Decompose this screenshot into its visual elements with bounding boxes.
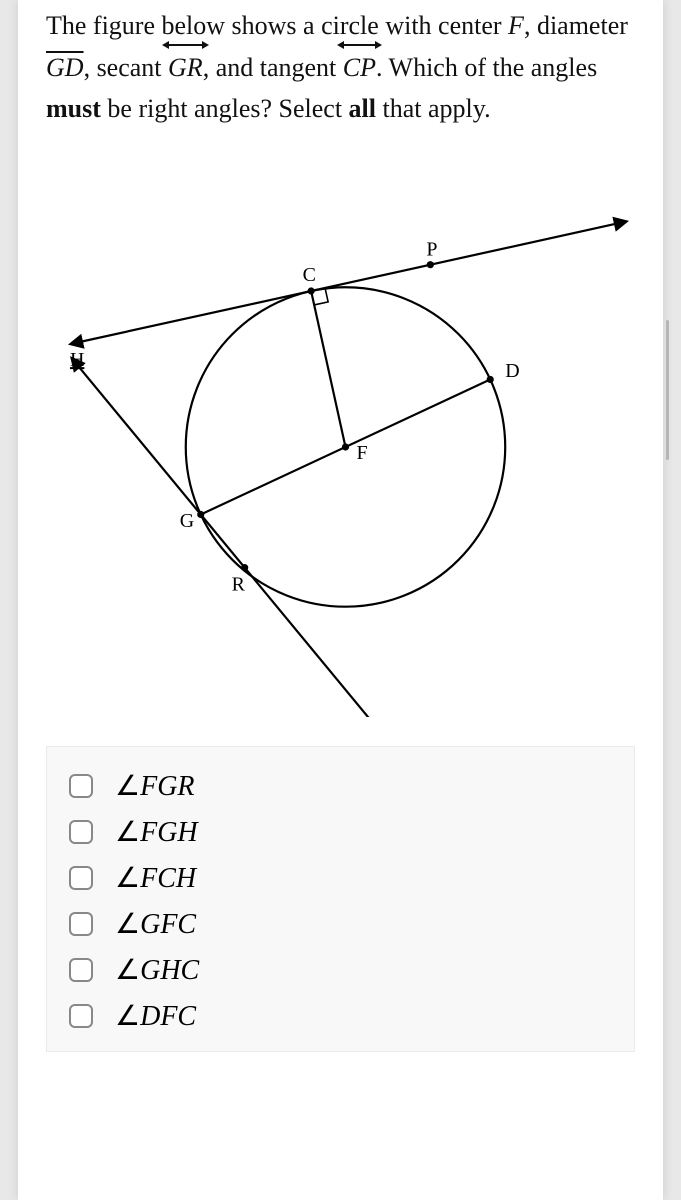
point-P (427, 261, 434, 268)
q-line-CP: CP (343, 46, 376, 88)
label-D: D (505, 360, 519, 382)
option-label: FGR (140, 771, 194, 802)
option-label: FGH (140, 817, 198, 848)
option-ghc[interactable]: ∠GHC (69, 953, 612, 987)
option-gfc[interactable]: ∠GFC (69, 907, 612, 941)
line-CP (74, 222, 623, 343)
angle-symbol: ∠ (115, 1001, 140, 1032)
angle-symbol: ∠ (115, 771, 140, 802)
checkbox[interactable] (69, 912, 93, 936)
scroll-indicator (666, 320, 669, 460)
q-segment-GD: GD (46, 53, 84, 82)
q-text: , diameter (524, 11, 628, 40)
option-label: GHC (140, 955, 199, 986)
q-bold-must: must (46, 94, 101, 123)
angle-symbol: ∠ (115, 817, 140, 848)
q-text: The figure below shows a circle with cen… (46, 11, 508, 40)
q-text: , secant (84, 53, 168, 82)
checkbox[interactable] (69, 774, 93, 798)
segment-FC (311, 291, 345, 447)
circle-diagram: P C H D F G R (46, 147, 635, 717)
q-bold-all: all (349, 94, 376, 123)
checkbox[interactable] (69, 820, 93, 844)
angle-symbol: ∠ (115, 863, 140, 894)
checkbox[interactable] (69, 958, 93, 982)
point-G (197, 511, 204, 518)
angle-symbol: ∠ (115, 955, 140, 986)
q-text: . Which of the angles (376, 53, 597, 82)
label-P: P (426, 238, 437, 260)
q-text: , and tangent (203, 53, 343, 82)
question-card: The figure below shows a circle with cen… (18, 0, 663, 1200)
option-fch[interactable]: ∠FCH (69, 861, 612, 895)
checkbox[interactable] (69, 1004, 93, 1028)
q-text: that apply. (376, 94, 491, 123)
answer-options: ∠FGR ∠FGH ∠FCH ∠GFC ∠GHC ∠DFC (46, 746, 635, 1052)
question-text: The figure below shows a circle with cen… (46, 6, 635, 129)
option-dfc[interactable]: ∠DFC (69, 999, 612, 1033)
q-line-GR: GR (168, 46, 203, 88)
option-fgh[interactable]: ∠FGH (69, 815, 612, 849)
checkbox[interactable] (69, 866, 93, 890)
option-label: DFC (140, 1001, 196, 1032)
option-fgr[interactable]: ∠FGR (69, 769, 612, 803)
q-center-F: F (508, 11, 524, 40)
option-label: FCH (140, 863, 196, 894)
label-F: F (356, 442, 367, 464)
point-C (308, 287, 315, 294)
point-F (342, 443, 349, 450)
angle-symbol: ∠ (115, 909, 140, 940)
option-label: GFC (140, 909, 196, 940)
point-R (241, 564, 248, 571)
label-G: G (180, 510, 194, 532)
point-D (487, 376, 494, 383)
label-C: C (303, 264, 316, 286)
label-R: R (232, 574, 246, 596)
label-H: H (70, 349, 84, 371)
q-text: be right angles? Select (101, 94, 349, 123)
